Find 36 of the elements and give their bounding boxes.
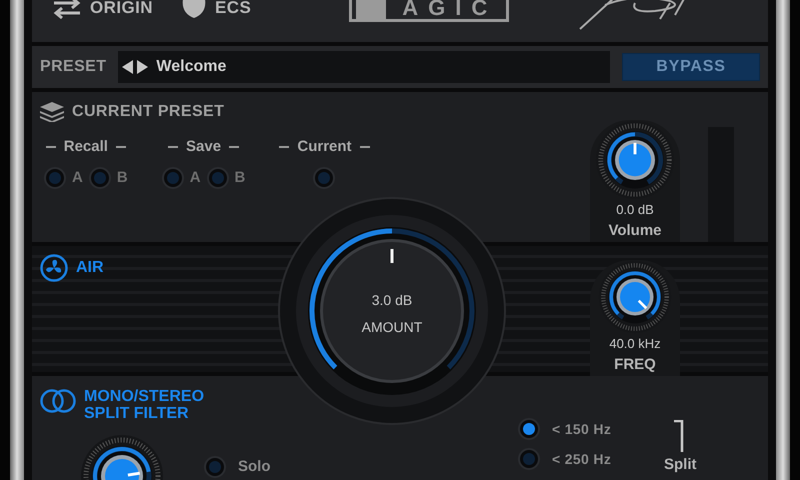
- filter-option[interactable]: < 150 Hz: [552, 418, 612, 440]
- group-label: Current: [297, 137, 352, 157]
- knob-value: 3.0 dB: [372, 291, 412, 310]
- knob-label: Volume: [608, 220, 662, 240]
- section-title: SPLIT FILTER: [84, 405, 190, 422]
- knob-value: 40.0 kHz: [609, 335, 661, 353]
- header-label[interactable]: ORIGIN: [90, 0, 153, 21]
- logo-text: AGIC: [402, 0, 498, 19]
- prev-next-icon[interactable]: [122, 60, 148, 74]
- button-label: B: [116, 168, 128, 188]
- button-label: A: [190, 168, 201, 188]
- knob-label: AMOUNT: [362, 318, 422, 337]
- rings-icon: [40, 388, 76, 414]
- solo-label: Solo: [238, 457, 270, 477]
- preset-label: PRESET: [40, 57, 106, 77]
- swap-arrows-icon: [52, 0, 82, 19]
- bypass-button[interactable]: BYPASS: [622, 53, 760, 81]
- filter-option[interactable]: < 250 Hz: [552, 448, 612, 470]
- group-label: Save: [186, 137, 222, 157]
- button-label: A: [72, 168, 83, 188]
- led-button[interactable]: [518, 418, 540, 440]
- preset-name: Welcome: [156, 57, 226, 77]
- header-label[interactable]: ECS: [215, 0, 252, 21]
- button-label: B: [234, 168, 246, 188]
- group-label: Recall: [64, 137, 108, 157]
- knob-value: 0.0 dB: [616, 201, 654, 219]
- mask-icon: [181, 0, 207, 19]
- layers-icon: [40, 102, 64, 122]
- split-label: Split: [664, 455, 696, 475]
- preset-field[interactable]: Welcome: [118, 51, 610, 83]
- knob-label: FREQ: [614, 354, 656, 374]
- section-title: MONO/STEREO: [84, 388, 204, 405]
- fan-icon: [40, 254, 68, 282]
- section-title: CURRENT PRESET: [72, 102, 224, 122]
- bracket-icon: [674, 420, 684, 452]
- section-title: AIR: [76, 258, 104, 278]
